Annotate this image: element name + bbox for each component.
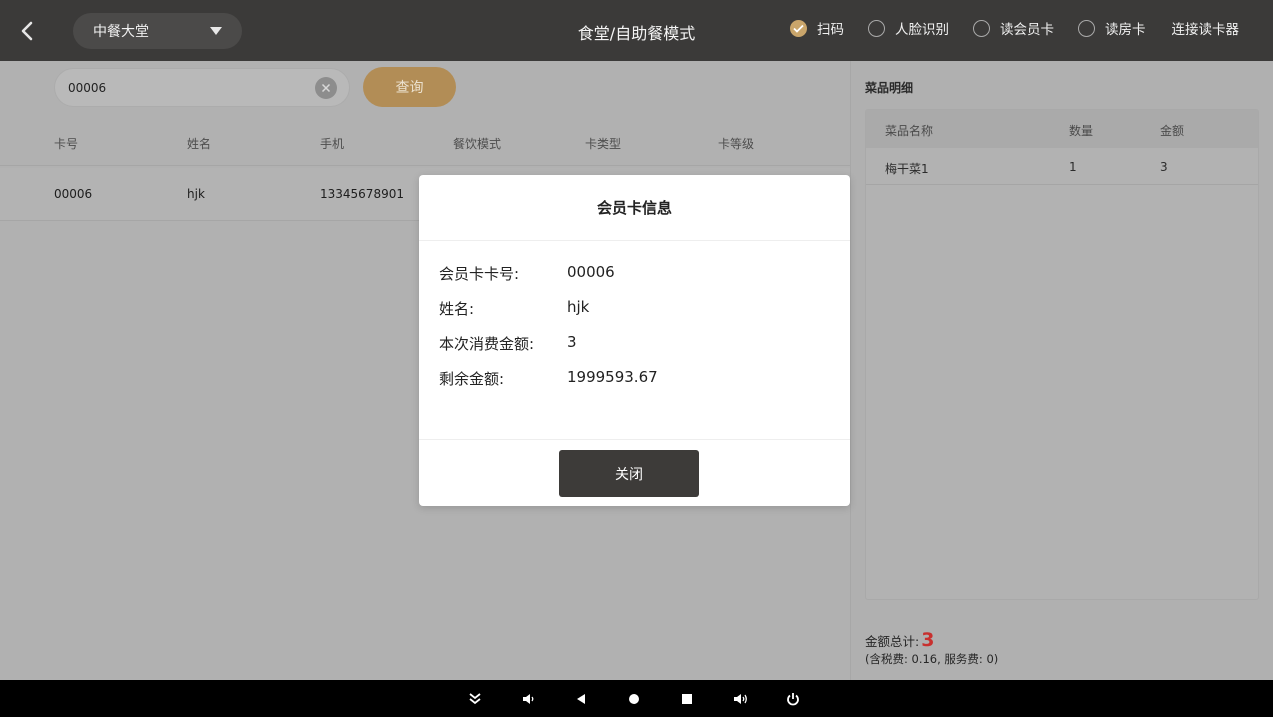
info-balance: 剩余金额: 1999593.67 <box>439 368 658 389</box>
info-label: 姓名: <box>439 300 475 318</box>
dialog-footer: 关闭 <box>419 439 850 506</box>
recents-icon <box>682 694 692 704</box>
home-nav-button[interactable] <box>624 689 644 709</box>
volume-down-button[interactable] <box>518 689 538 709</box>
info-value: 3 <box>567 333 577 351</box>
volume-up-button[interactable] <box>730 689 750 709</box>
member-table-header: 卡号 姓名 手机 餐饮模式 卡类型 卡等级 <box>0 121 850 166</box>
search-input[interactable] <box>68 80 308 95</box>
back-nav-button[interactable] <box>571 689 591 709</box>
back-button[interactable] <box>14 18 40 44</box>
back-icon <box>577 694 585 704</box>
radio-unchecked-icon <box>868 19 885 37</box>
info-label: 本次消费金额: <box>439 335 535 353</box>
hall-dropdown-value: 中餐大堂 <box>93 24 149 40</box>
search-box <box>54 68 350 107</box>
total-label: 金额总计: <box>865 634 920 649</box>
col-dining-mode: 餐饮模式 <box>453 136 502 151</box>
volume-up-icon <box>734 694 747 704</box>
info-value: 00006 <box>567 263 615 281</box>
cell-quantity: 1 <box>1069 160 1077 174</box>
chevron-left-icon <box>21 21 33 41</box>
radio-unchecked-icon <box>973 19 990 37</box>
col-phone: 手机 <box>320 136 345 151</box>
col-dish-name: 菜品名称 <box>885 124 934 138</box>
close-icon <box>321 83 331 93</box>
radio-checked-icon <box>790 19 807 37</box>
col-card-type: 卡类型 <box>585 136 622 151</box>
info-value: 1999593.67 <box>567 368 658 386</box>
info-card-no: 会员卡卡号: 00006 <box>439 263 615 284</box>
total-value: 3 <box>921 629 935 651</box>
dialog-title: 会员卡信息 <box>419 175 850 241</box>
recents-nav-button[interactable] <box>677 689 697 709</box>
mode-selector: 扫码 人脸识别 读会员卡 读房卡 连接读卡器 <box>790 18 1239 38</box>
top-header: 中餐大堂 食堂/自助餐模式 扫码 人脸识别 读会员卡 读房卡 连接读卡器 <box>0 0 1273 61</box>
dish-table-header: 菜品名称 数量 金额 <box>866 110 1258 148</box>
system-nav-bar <box>0 680 1273 717</box>
member-card-info-dialog: 会员卡信息 会员卡卡号: 00006 姓名: hjk 本次消费金额: 3 剩余金… <box>419 175 850 506</box>
volume-down-icon <box>523 694 534 704</box>
power-button[interactable] <box>783 689 803 709</box>
radio-unchecked-icon <box>1078 19 1095 37</box>
dish-detail-title: 菜品明细 <box>865 81 914 95</box>
col-name: 姓名 <box>187 136 212 151</box>
power-icon <box>787 693 799 706</box>
connect-reader-button[interactable]: 连接读卡器 <box>1172 18 1240 38</box>
info-consumption: 本次消费金额: 3 <box>439 333 577 354</box>
dish-table: 菜品名称 数量 金额 梅干菜1 1 3 <box>865 109 1259 600</box>
col-card-level: 卡等级 <box>718 136 755 151</box>
mode-read-member-card[interactable]: 读会员卡 <box>973 18 1054 38</box>
hall-dropdown[interactable]: 中餐大堂 <box>73 13 242 49</box>
col-amount: 金额 <box>1160 124 1185 138</box>
mode-member-card-label: 读会员卡 <box>1000 22 1054 38</box>
collapse-icon <box>469 693 481 705</box>
mode-room-card-label: 读房卡 <box>1105 22 1146 38</box>
cell-card-no: 00006 <box>54 187 93 201</box>
total-amount: 金额总计: 3 <box>865 629 934 651</box>
info-label: 会员卡卡号: <box>439 265 520 283</box>
collapse-button[interactable] <box>465 689 485 709</box>
info-name: 姓名: hjk <box>439 298 589 319</box>
cell-phone: 13345678901 <box>320 187 404 201</box>
clear-input-button[interactable] <box>315 77 337 99</box>
info-label: 剩余金额: <box>439 370 505 388</box>
home-icon <box>629 694 639 704</box>
cell-dish-name: 梅干菜1 <box>885 162 929 176</box>
mode-read-room-card[interactable]: 读房卡 <box>1078 18 1146 38</box>
info-value: hjk <box>567 298 590 316</box>
caret-down-icon <box>210 27 222 35</box>
tax-note: (含税费: 0.16, 服务费: 0) <box>865 652 999 666</box>
col-card-no: 卡号 <box>54 136 79 151</box>
mode-scan[interactable]: 扫码 <box>790 18 844 38</box>
col-quantity: 数量 <box>1069 124 1094 138</box>
close-button[interactable]: 关闭 <box>559 450 699 497</box>
query-button[interactable]: 查询 <box>363 67 456 107</box>
mode-scan-label: 扫码 <box>817 22 844 38</box>
mode-face-recognition[interactable]: 人脸识别 <box>868 18 949 38</box>
mode-face-label: 人脸识别 <box>895 22 949 38</box>
dish-detail-panel: 菜品明细 菜品名称 数量 金额 梅干菜1 1 3 金额总计: 3 (含税费: 0… <box>850 61 1273 680</box>
cell-amount: 3 <box>1160 160 1168 174</box>
cell-name: hjk <box>187 187 205 201</box>
table-row[interactable]: 梅干菜1 1 3 <box>866 148 1258 185</box>
